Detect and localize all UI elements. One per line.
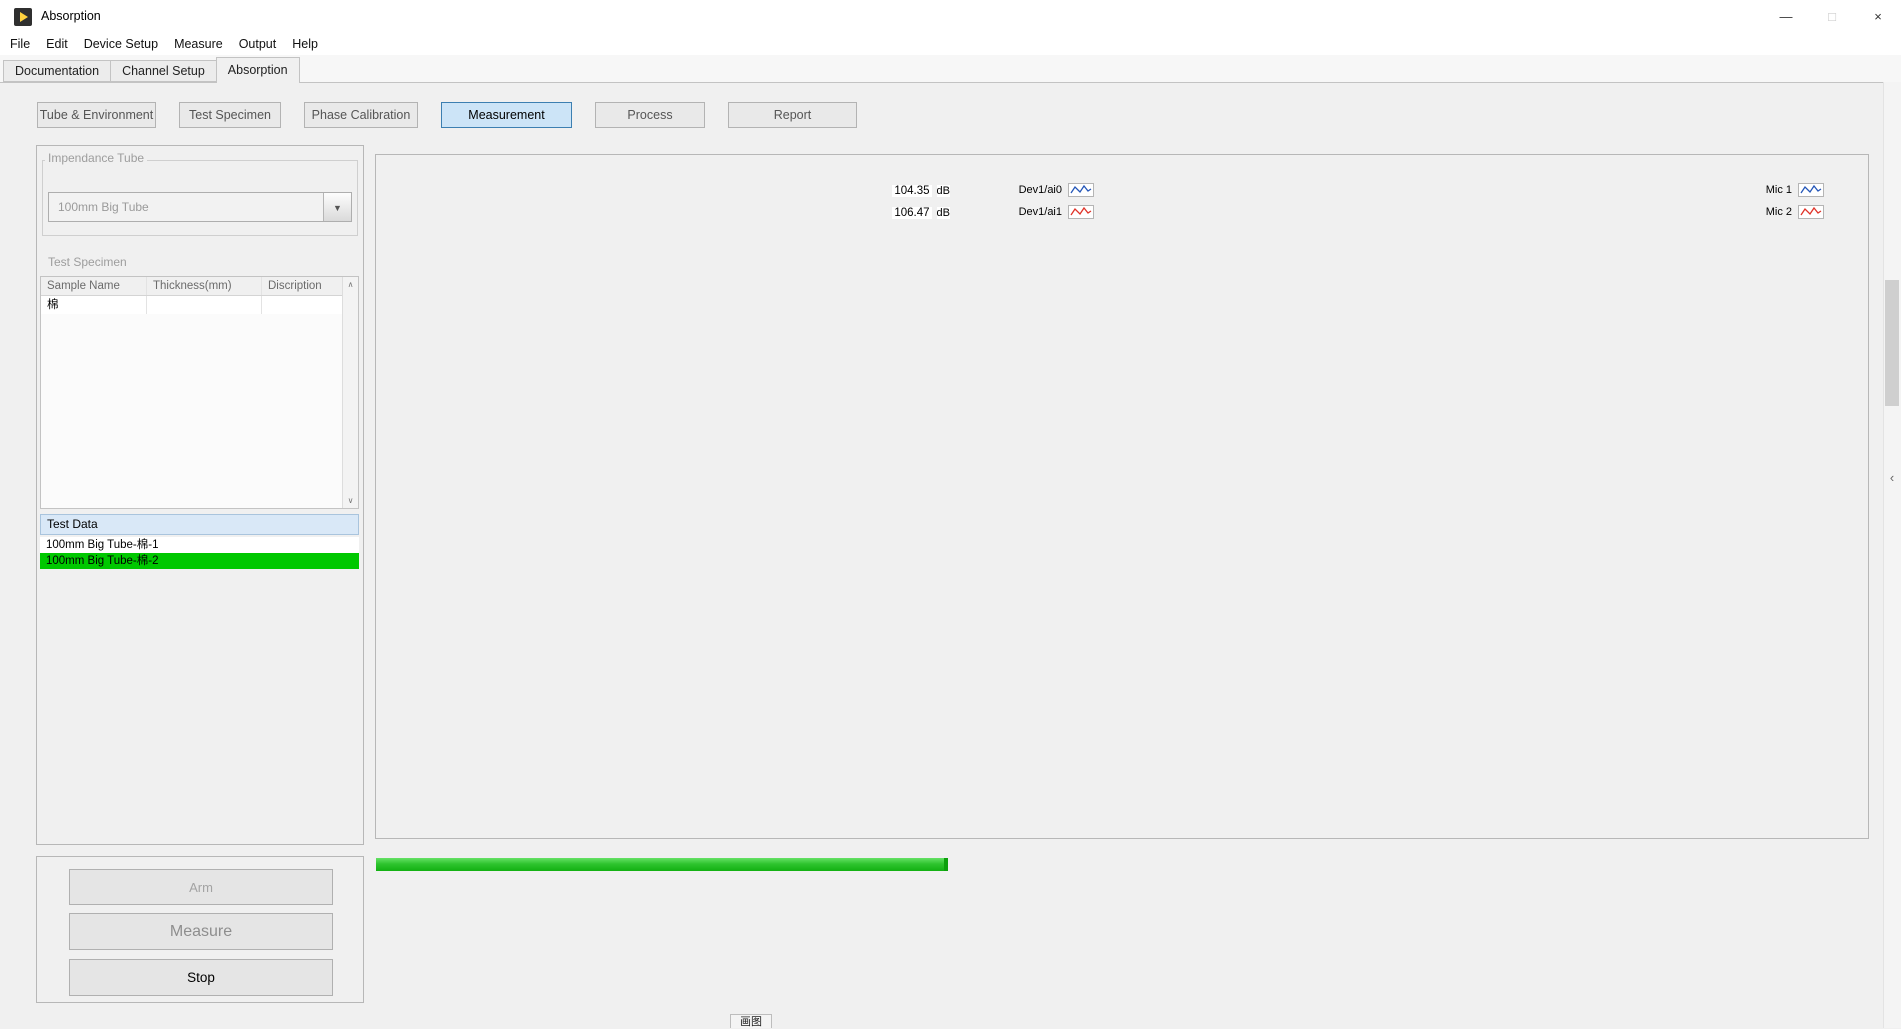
impedance-tube-label: Impendance Tube (45, 151, 147, 165)
level-unit-ai1: dB (937, 207, 950, 219)
menu-device-setup[interactable]: Device Setup (76, 37, 166, 51)
menu-file[interactable]: File (2, 37, 38, 51)
table-row[interactable]: 棉 (41, 296, 358, 314)
scroll-up-icon[interactable]: ∧ (343, 280, 358, 289)
arm-button[interactable]: Arm (69, 869, 333, 905)
legend-mic2[interactable]: Mic 2 (1726, 204, 1824, 219)
progress-fill (376, 858, 948, 871)
menu-edit[interactable]: Edit (38, 37, 76, 51)
cell-discription (262, 296, 342, 314)
column-sample-name: Sample Name (41, 277, 147, 295)
level-value-ai0: 104.35 (892, 185, 931, 197)
scrollbar-thumb[interactable] (1885, 280, 1899, 406)
level-readout-ai0: 104.35 dB (860, 183, 950, 198)
menu-output[interactable]: Output (231, 37, 285, 51)
bottom-tab-draw[interactable]: 画图 (730, 1014, 772, 1028)
tube-select[interactable]: 100mm Big Tube ▼ (48, 192, 352, 222)
test-data-header: Test Data (40, 514, 359, 535)
subtab-test-specimen[interactable]: Test Specimen (179, 102, 281, 128)
subtab-tube-environment[interactable]: Tube & Environment (37, 102, 156, 128)
scroll-down-icon[interactable]: ∨ (343, 496, 358, 505)
legend-label-mic1: Mic 1 (1766, 184, 1792, 196)
table-header: Sample Name Thickness(mm) Discription (41, 277, 358, 296)
test-data-label: Test Data (47, 517, 98, 531)
tab-documentation[interactable]: Documentation (3, 60, 111, 82)
menu-measure[interactable]: Measure (166, 37, 231, 51)
legend-dev1-ai1[interactable]: Dev1/ai1 (990, 204, 1094, 219)
tube-select-value: 100mm Big Tube (58, 193, 149, 221)
level-readout-ai1: 106.47 dB (860, 205, 950, 220)
column-discription: Discription (262, 277, 342, 295)
charts-panel (375, 154, 1869, 839)
legend-mic1[interactable]: Mic 1 (1726, 182, 1824, 197)
tab-absorption[interactable]: Absorption (216, 57, 300, 83)
waveform-glyph-icon (1798, 183, 1824, 197)
subtab-process[interactable]: Process (595, 102, 705, 128)
title-bar: Absorption — □ × (0, 0, 1901, 33)
table-scrollbar[interactable]: ∧ ∨ (342, 277, 358, 508)
chevron-down-icon: ▼ (333, 203, 342, 213)
labview-arrow-icon (20, 12, 28, 22)
legend-label-ai0: Dev1/ai0 (1019, 184, 1062, 196)
subtab-phase-calibration[interactable]: Phase Calibration (304, 102, 418, 128)
legend-label-ai1: Dev1/ai1 (1019, 206, 1062, 218)
subtab-report[interactable]: Report (728, 102, 857, 128)
measure-button[interactable]: Measure (69, 913, 333, 950)
cell-thickness (147, 296, 262, 314)
test-specimen-table: Sample Name Thickness(mm) Discription 棉 … (40, 276, 359, 509)
progress-bar (376, 858, 948, 871)
combo-arrow-button[interactable]: ▼ (323, 193, 351, 221)
waveform-glyph-icon (1798, 205, 1824, 219)
test-specimen-label: Test Specimen (45, 255, 130, 269)
cell-sample-name: 棉 (41, 296, 147, 314)
tab-channel-setup[interactable]: Channel Setup (110, 60, 217, 82)
level-unit-ai0: dB (937, 185, 950, 197)
vertical-scrollbar[interactable] (1883, 82, 1901, 1028)
maximize-button[interactable]: □ (1809, 0, 1855, 33)
menu-bar: File Edit Device Setup Measure Output He… (0, 33, 1901, 55)
close-button[interactable]: × (1855, 0, 1901, 33)
waveform-glyph-icon (1068, 205, 1094, 219)
column-thickness: Thickness(mm) (147, 277, 262, 295)
legend-dev1-ai0[interactable]: Dev1/ai0 (990, 182, 1094, 197)
minimize-button[interactable]: — (1763, 0, 1809, 33)
collapse-left-icon[interactable]: ‹ (1884, 470, 1900, 485)
test-data-item[interactable]: 100mm Big Tube-棉-1 (40, 537, 359, 553)
window-controls: — □ × (1763, 0, 1901, 33)
window-title: Absorption (41, 0, 101, 33)
app-icon (14, 8, 32, 26)
main-tab-strip: Documentation Channel Setup Absorption (0, 55, 1901, 82)
subtab-measurement[interactable]: Measurement (441, 102, 572, 128)
legend-label-mic2: Mic 2 (1766, 206, 1792, 218)
level-value-ai1: 106.47 (892, 207, 931, 219)
stop-button[interactable]: Stop (69, 959, 333, 996)
menu-help[interactable]: Help (284, 37, 326, 51)
test-data-item-selected[interactable]: 100mm Big Tube-棉-2 (40, 553, 359, 569)
waveform-glyph-icon (1068, 183, 1094, 197)
